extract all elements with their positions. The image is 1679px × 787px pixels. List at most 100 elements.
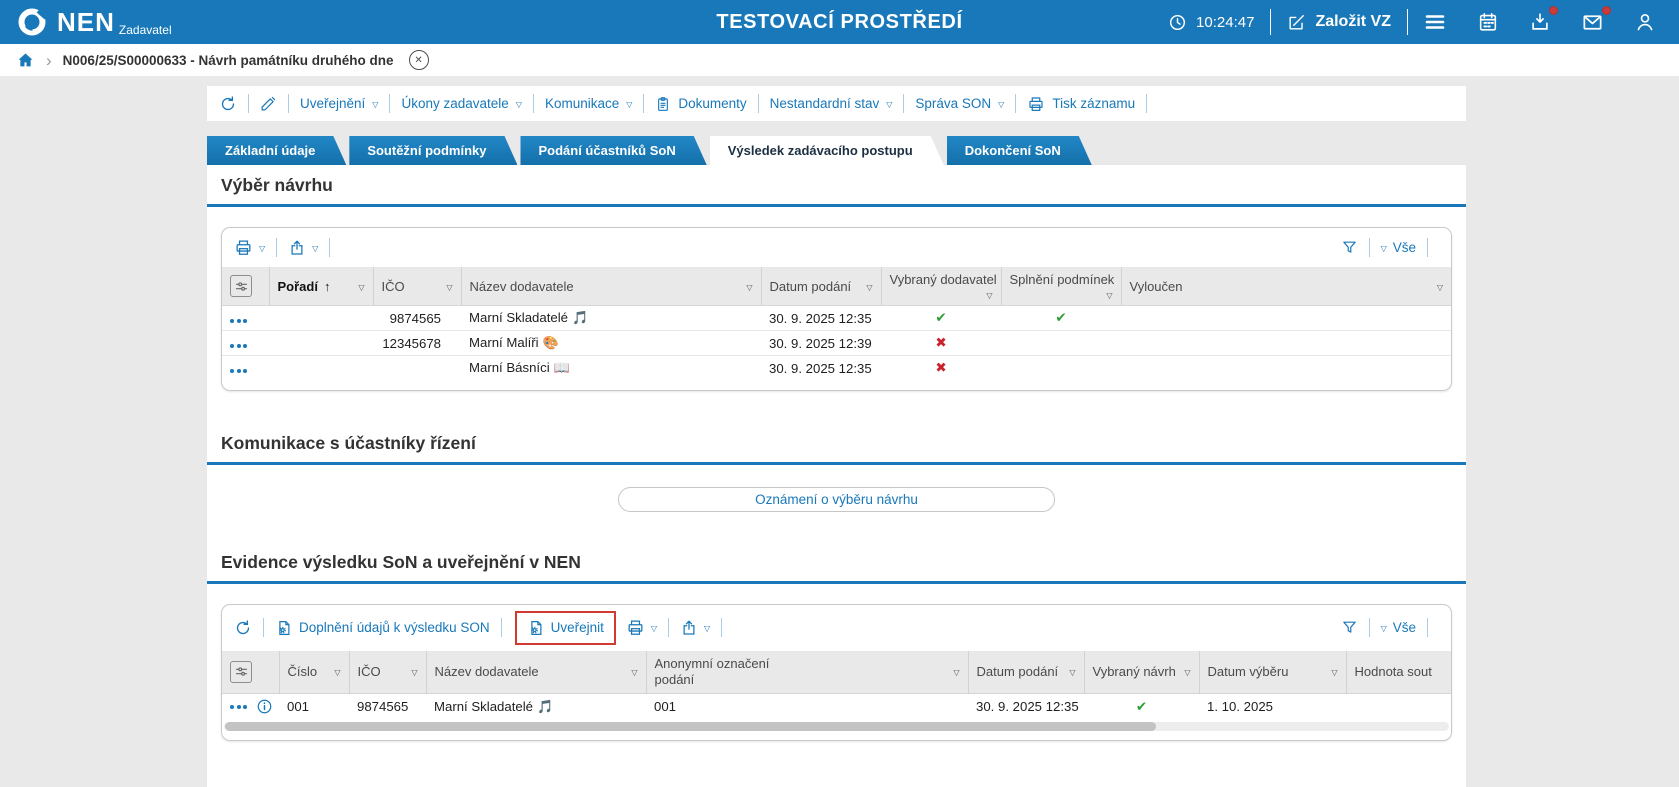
print-record-button[interactable]: Tisk záznamu xyxy=(1027,95,1135,113)
col-poradi[interactable]: Pořadí↑ ▽ xyxy=(269,267,373,306)
chevron-down-icon: ▽ xyxy=(372,101,378,109)
grid-print-button[interactable]: ▽ xyxy=(234,238,265,257)
column-menu-icon[interactable]: ▽ xyxy=(1437,283,1443,292)
breadcrumb: › N006/25/S00000633 - Návrh památníku dr… xyxy=(0,44,1679,76)
inbox-button[interactable] xyxy=(1514,11,1566,33)
col-hodnota[interactable]: Hodnota sout xyxy=(1346,651,1451,694)
col-datum-podani[interactable]: Datum podání ▽ xyxy=(968,651,1084,694)
col-vyloucen[interactable]: Vyloučen ▽ xyxy=(1121,267,1451,306)
column-label: Datum výběru xyxy=(1208,664,1289,679)
menu-komunikace[interactable]: Komunikace ▽ xyxy=(545,96,632,111)
info-icon[interactable] xyxy=(256,698,273,715)
oznameni-o-vyberu-button[interactable]: Oznámení o výběru návrhu xyxy=(618,487,1055,512)
filter-all-dropdown[interactable]: ▽ Vše xyxy=(1381,620,1416,635)
menu-uverejneni[interactable]: Uveřejnění ▽ xyxy=(300,96,378,111)
edit-button[interactable] xyxy=(260,95,277,112)
filter-all-dropdown[interactable]: ▽ Vše xyxy=(1381,240,1416,255)
row-menu-icon[interactable] xyxy=(230,319,247,323)
doplneni-udaju-button[interactable]: Doplnění údajů k výsledku SON xyxy=(275,619,490,637)
column-menu-icon[interactable]: ▽ xyxy=(631,668,637,677)
tab-soutezni-podminky[interactable]: Soutěžní podmínky xyxy=(349,136,517,165)
menu-button[interactable] xyxy=(1408,10,1462,34)
brand-subtitle: Zadavatel xyxy=(119,23,172,37)
column-menu-icon[interactable]: ▽ xyxy=(866,283,872,292)
col-vybrany-navrh[interactable]: Vybraný návrh ▽ xyxy=(1084,651,1199,694)
column-menu-icon[interactable]: ▽ xyxy=(746,283,752,292)
scrollbar-thumb[interactable] xyxy=(225,722,1156,731)
column-label: Číslo xyxy=(288,664,318,679)
column-menu-icon[interactable]: ▽ xyxy=(1184,668,1190,677)
column-chooser-icon[interactable] xyxy=(230,661,252,683)
refresh-button[interactable] xyxy=(219,95,237,113)
menu-ukony-zadavatele[interactable]: Úkony zadavatele ▽ xyxy=(401,96,521,111)
col-nazev-dodavatele[interactable]: Název dodavatele ▽ xyxy=(461,267,761,306)
col-nazev-dodavatele[interactable]: Název dodavatele ▽ xyxy=(426,651,646,694)
column-menu-icon[interactable]: ▽ xyxy=(334,668,340,677)
main-panel: Výběr návrhu ▽ ▽ xyxy=(207,165,1466,787)
sort-asc-icon: ↑ xyxy=(324,279,331,294)
table-row[interactable]: 9874565 Marní Skladatelé🎵 30. 9. 2025 12… xyxy=(222,306,1451,331)
col-ico[interactable]: IČO ▽ xyxy=(373,267,461,306)
column-label: Splnění podmínek xyxy=(1010,272,1115,287)
toolbar-divider xyxy=(721,618,722,637)
tab-vysledek-postupu[interactable]: Výsledek zadávacího postupu xyxy=(710,136,944,165)
menu-dokumenty[interactable]: Dokumenty xyxy=(655,96,746,112)
tab-dokonceni-son[interactable]: Dokončení SoN xyxy=(947,136,1092,165)
tab-zakladni-udaje[interactable]: Základní údaje xyxy=(207,136,346,165)
grid-filter-area: ▽ Vše xyxy=(1341,238,1439,257)
col-datum-podani[interactable]: Datum podání ▽ xyxy=(761,267,881,306)
cell-poradi xyxy=(269,356,373,381)
refresh-button[interactable] xyxy=(234,619,252,637)
column-label: Datum podání xyxy=(977,664,1059,679)
row-menu-icon[interactable] xyxy=(230,344,247,348)
column-label: IČO xyxy=(382,279,405,294)
column-menu-icon[interactable]: ▽ xyxy=(446,283,452,292)
grid-export-button[interactable]: ▽ xyxy=(288,239,318,257)
section-evidence: Evidence výsledku SoN a uveřejnění v NEN xyxy=(207,518,1466,584)
table-row[interactable]: Marní Básníci📖 30. 9. 2025 12:35 ✖ xyxy=(222,356,1451,381)
column-menu-icon[interactable]: ▽ xyxy=(358,283,364,292)
table-row[interactable]: 12345678 Marní Malíři🎨 30. 9. 2025 12:39… xyxy=(222,331,1451,356)
col-ico[interactable]: IČO ▽ xyxy=(349,651,426,694)
column-menu-icon[interactable]: ▽ xyxy=(1331,668,1337,677)
messages-button[interactable] xyxy=(1566,11,1619,34)
home-icon[interactable] xyxy=(16,51,35,70)
profile-button[interactable] xyxy=(1619,11,1671,33)
col-anonymni-oznaceni[interactable]: Anonymní označení podání ▽ xyxy=(646,651,968,694)
toolbar-divider xyxy=(263,618,264,637)
toolbar-divider xyxy=(501,618,502,637)
filter-icon[interactable] xyxy=(1341,619,1358,636)
col-datum-vyberu[interactable]: Datum výběru ▽ xyxy=(1199,651,1346,694)
close-record-icon[interactable]: ✕ xyxy=(409,50,429,70)
uverejnit-button[interactable]: Uveřejnit xyxy=(527,619,604,637)
col-splneni-podminek[interactable]: Splnění podmínek ▽ xyxy=(1001,267,1121,306)
menu-sprava-son[interactable]: Správa SON ▽ xyxy=(915,96,1004,111)
nen-logo[interactable]: NEN Zadavatel xyxy=(16,6,172,38)
clock-icon xyxy=(1168,13,1187,32)
horizontal-scrollbar[interactable] xyxy=(224,722,1449,731)
column-menu-icon[interactable]: ▽ xyxy=(1069,668,1075,677)
create-vz-button[interactable]: Založit VZ xyxy=(1271,13,1407,32)
tab-label: Výsledek zadávacího postupu xyxy=(728,143,913,158)
calendar-button[interactable] xyxy=(1462,11,1514,33)
column-label: Název dodavatele xyxy=(435,664,539,679)
row-menu-icon[interactable] xyxy=(230,369,247,373)
chevron-down-icon: ▽ xyxy=(1381,625,1387,633)
column-menu-icon[interactable]: ▽ xyxy=(411,668,417,677)
grid-export-button[interactable]: ▽ xyxy=(680,619,710,637)
grid-print-button[interactable]: ▽ xyxy=(626,618,657,637)
grid-toolbar: Doplnění údajů k výsledku SON Uveřejnit xyxy=(222,605,1451,651)
menu-label: Nestandardní stav xyxy=(770,96,880,111)
tab-podani-ucastniku[interactable]: Podání účastníků SoN xyxy=(520,136,706,165)
col-vybrany-dodavatel[interactable]: Vybraný dodavatel ▽ xyxy=(881,267,1001,306)
notification-dot xyxy=(1549,6,1558,15)
column-menu-icon[interactable]: ▽ xyxy=(953,668,959,677)
column-menu-icon[interactable]: ▽ xyxy=(1106,291,1112,300)
column-chooser-icon[interactable] xyxy=(230,275,252,297)
column-menu-icon[interactable]: ▽ xyxy=(986,291,992,300)
filter-icon[interactable] xyxy=(1341,239,1358,256)
row-menu-icon[interactable] xyxy=(230,705,247,709)
col-cislo[interactable]: Číslo ▽ xyxy=(279,651,349,694)
table-row[interactable]: 001 9874565 Marní Skladatelé🎵 001 30. 9.… xyxy=(222,694,1451,720)
menu-nestandardni-stav[interactable]: Nestandardní stav ▽ xyxy=(770,96,893,111)
